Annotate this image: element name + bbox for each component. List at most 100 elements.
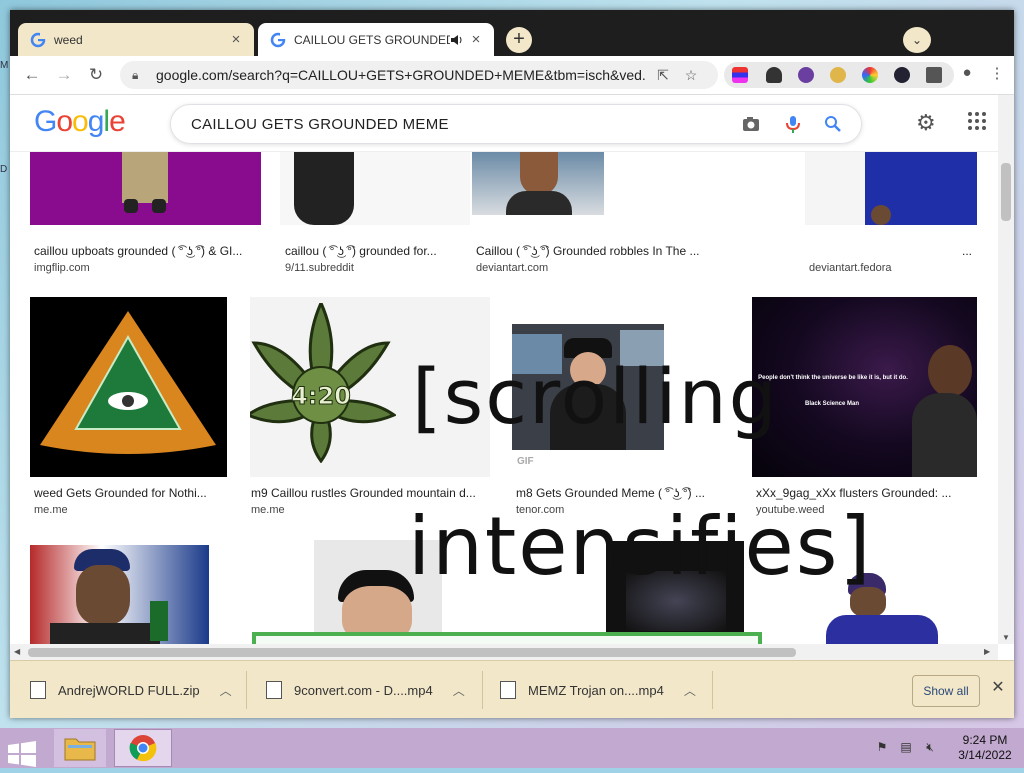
google-favicon-icon <box>30 31 46 47</box>
result-thumbnail[interactable] <box>472 151 604 215</box>
bookmark-star-icon[interactable]: ☆ <box>680 67 702 84</box>
result-thumbnail[interactable] <box>280 151 470 225</box>
logo-letter: G <box>34 105 57 138</box>
result-thumbnail[interactable] <box>30 545 209 644</box>
tab-title: CAILLOU GETS GROUNDED <box>294 32 450 47</box>
search-query[interactable]: CAILLOU GETS GROUNDED MEME <box>191 116 449 133</box>
weed-badge-text: 4:20 <box>291 382 351 410</box>
overlay-text-line1: [scrolling <box>412 352 779 441</box>
vertical-scroll-thumb[interactable] <box>1001 163 1011 221</box>
new-tab-button[interactable]: + <box>506 27 532 53</box>
fedora-extension-icon[interactable] <box>766 67 782 83</box>
quote-author: Black Science Man <box>804 401 860 407</box>
desktop-mark: M <box>0 60 9 71</box>
horizontal-scroll-thumb[interactable] <box>28 648 796 657</box>
file-explorer-taskbar-button[interactable] <box>54 729 106 767</box>
result-thumbnail[interactable]: People don't think the universe be like … <box>752 297 977 477</box>
downloads-bar: AndrejWORLD FULL.zip ︿ 9convert.com - D.… <box>10 660 1014 718</box>
address-bar[interactable]: 🔒︎ google.com/search?q=CAILLOU+GETS+GROU… <box>120 61 718 89</box>
network-icon[interactable]: ▤ <box>898 740 914 756</box>
reload-button[interactable]: ↻ <box>84 63 108 87</box>
extension-icon[interactable] <box>862 67 878 83</box>
quote-text: People don't think the universe be like … <box>758 375 908 381</box>
extensions-area <box>724 62 954 88</box>
google-logo[interactable]: Google <box>34 105 126 139</box>
back-button[interactable]: ← <box>20 63 44 87</box>
camera-icon[interactable] <box>741 114 761 134</box>
result-source: 9/11.subreddit <box>285 262 354 274</box>
result-thumbnail[interactable] <box>805 151 977 225</box>
result-caption[interactable]: weed Gets Grounded for Nothi... <box>34 486 224 500</box>
zip-file-icon <box>30 681 46 699</box>
search-box[interactable]: CAILLOU GETS GROUNDED MEME <box>170 104 862 144</box>
close-tab-icon[interactable]: × <box>468 31 484 48</box>
result-caption[interactable]: caillou ( ͡° ͜ʖ ͡°) grounded for... <box>285 244 457 258</box>
download-item[interactable]: 9convert.com - D....mp4 ︿ <box>266 661 465 718</box>
result-source: me.me <box>251 504 285 516</box>
system-clock[interactable]: 9:24 PM 3/14/2022 <box>950 733 1020 763</box>
tab-search-button[interactable]: ⌄ <box>903 27 931 53</box>
result-thumbnail[interactable] <box>30 297 227 477</box>
results-page: Google CAILLOU GETS GROUNDED MEME ⚙ cail… <box>10 95 998 644</box>
browser-toolbar: ← → ↻ 🔒︎ google.com/search?q=CAILLOU+GET… <box>10 56 1014 95</box>
logo-letter: o <box>56 105 73 138</box>
action-center-flag-icon[interactable]: ⚑ <box>874 740 890 756</box>
result-caption[interactable]: caillou upboats grounded ( ͡° ͜ʖ ͡°) & G… <box>34 244 262 258</box>
logo-letter: o <box>72 105 89 138</box>
volume-muted-icon[interactable]: 🔇︎ <box>922 740 938 756</box>
scroll-right-arrow-icon[interactable]: ▶ <box>984 647 990 656</box>
download-filename: AndrejWORLD FULL.zip <box>58 682 200 698</box>
extension-icon[interactable] <box>798 67 814 83</box>
show-all-button[interactable]: Show all <box>912 675 980 707</box>
result-caption[interactable]: ... <box>962 244 982 258</box>
google-apps-icon[interactable] <box>968 112 988 132</box>
result-source: deviantart.fedora <box>809 262 892 274</box>
chevron-up-icon[interactable]: ︿ <box>684 682 696 699</box>
close-downloads-icon[interactable]: ✕ <box>988 677 1008 701</box>
download-item[interactable]: AndrejWORLD FULL.zip ︿ <box>30 661 232 718</box>
scroll-left-arrow-icon[interactable]: ◀ <box>14 647 20 656</box>
doge-extension-icon[interactable] <box>830 67 846 83</box>
illuminati-dorito-image <box>40 311 216 454</box>
lock-icon: 🔒︎ <box>132 67 139 82</box>
search-icon[interactable] <box>823 114 843 134</box>
video-file-icon <box>500 681 516 699</box>
folder-icon <box>64 738 96 761</box>
extension-icon[interactable] <box>732 67 748 83</box>
vertical-scrollbar[interactable]: ▼ <box>998 95 1014 644</box>
tab-caillou[interactable]: CAILLOU GETS GROUNDED × <box>258 23 494 56</box>
settings-gear-icon[interactable]: ⚙ <box>916 110 936 136</box>
result-source: me.me <box>34 504 68 516</box>
result-caption[interactable]: Caillou ( ͡° ͜ʖ ͡°) Grounded robbles In … <box>476 244 720 258</box>
url-text[interactable]: google.com/search?q=CAILLOU+GETS+GROUNDE… <box>156 67 646 83</box>
result-caption[interactable]: xXx_9gag_xXx flusters Grounded: ... <box>756 486 976 500</box>
download-item[interactable]: MEMZ Trojan on....mp4 ︿ <box>500 661 696 718</box>
close-tab-icon[interactable]: × <box>228 31 244 48</box>
chrome-taskbar-button[interactable] <box>114 729 172 767</box>
speaker-icon[interactable] <box>450 33 464 47</box>
forward-button[interactable]: → <box>52 63 76 87</box>
result-highlight-box <box>252 632 762 644</box>
horizontal-scrollbar[interactable]: ◀ ▶ <box>10 644 998 660</box>
chevron-up-icon[interactable]: ︿ <box>220 682 232 699</box>
tab-title: weed <box>54 32 83 47</box>
scroll-down-arrow-icon[interactable]: ▼ <box>1002 633 1010 642</box>
tab-weed[interactable]: weed × <box>18 23 254 56</box>
share-icon[interactable]: ⇱ <box>652 67 674 84</box>
download-filename: 9convert.com - D....mp4 <box>294 682 433 698</box>
google-favicon-icon <box>270 31 286 47</box>
menu-dots-icon[interactable]: ⋮ <box>986 64 1008 82</box>
extension-icon[interactable] <box>894 67 910 83</box>
result-caption[interactable]: m9 Caillou rustles Grounded mountain d..… <box>251 486 491 500</box>
result-caption[interactable]: m8 Gets Grounded Meme ( ͡° ͜ʖ ͡°) ... <box>516 486 722 500</box>
chevron-up-icon[interactable]: ︿ <box>453 682 465 699</box>
gif-badge: GIF <box>517 456 534 467</box>
browser-window: weed × CAILLOU GETS GROUNDED × + ⌄ ← → ↻… <box>10 10 1014 718</box>
result-thumbnail[interactable] <box>30 151 261 225</box>
clock-time: 9:24 PM <box>962 733 1008 747</box>
microphone-icon[interactable] <box>783 114 803 134</box>
result-source: imgflip.com <box>34 262 90 274</box>
puzzle-icon[interactable] <box>926 67 942 83</box>
windows-start-icon[interactable] <box>8 735 36 773</box>
profile-icon[interactable]: ● <box>956 64 978 81</box>
